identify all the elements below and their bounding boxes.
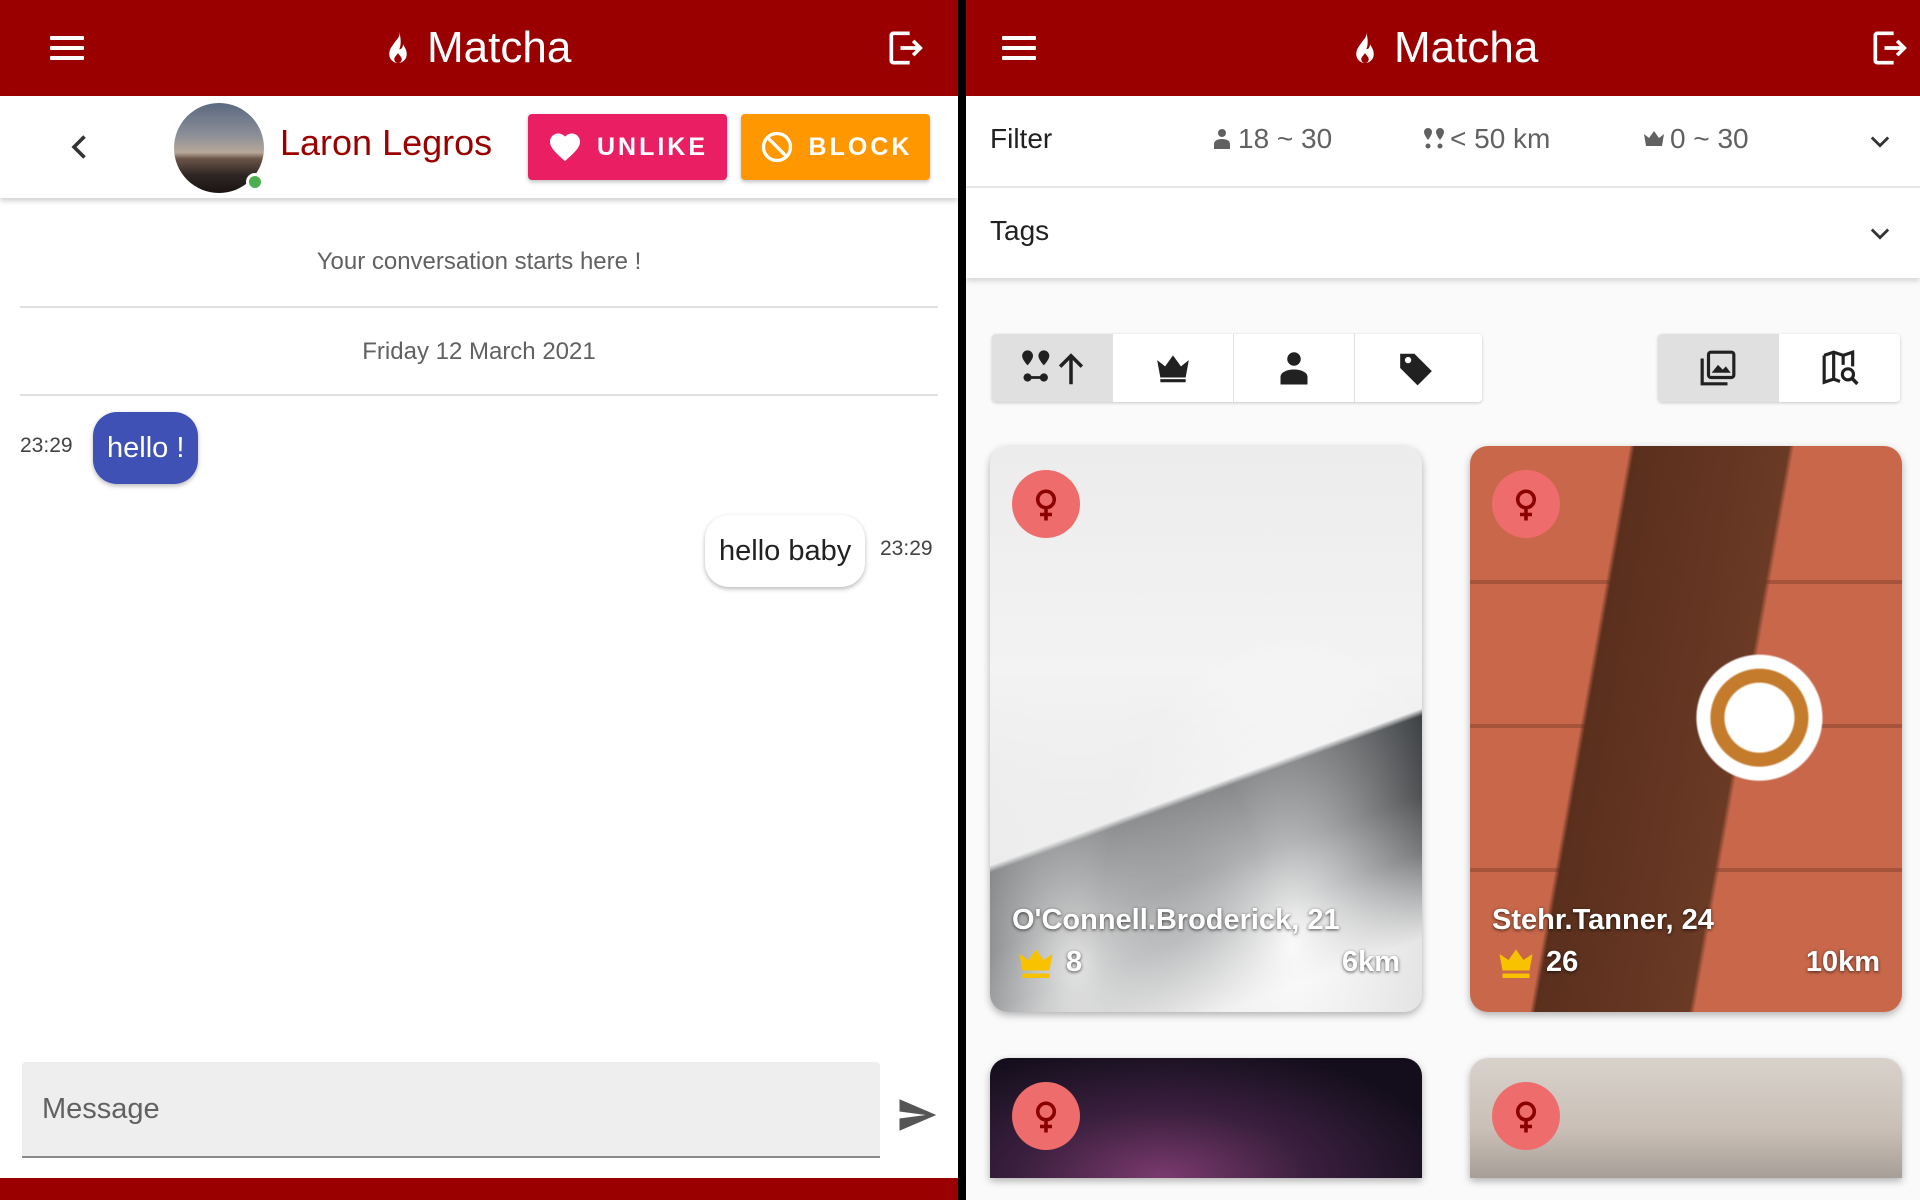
map-view-button[interactable] bbox=[1779, 334, 1900, 402]
crown-icon bbox=[1644, 131, 1664, 146]
crown-icon bbox=[1019, 949, 1053, 978]
message-bubble-outgoing: hello baby bbox=[705, 515, 866, 587]
app-bar: Matcha bbox=[966, 0, 1920, 96]
message-bubble-incoming: hello ! bbox=[93, 412, 199, 484]
online-status-dot bbox=[246, 173, 264, 191]
unlike-button[interactable]: UNLIKE bbox=[528, 114, 727, 180]
profile-name: O'Connell.Broderick, 21 bbox=[1012, 904, 1340, 936]
profile-card[interactable]: O'Connell.Broderick, 21 8 6km bbox=[990, 446, 1422, 1012]
send-icon[interactable] bbox=[896, 1094, 938, 1136]
age-filter: 18 ~ 30 bbox=[1210, 123, 1332, 155]
chevron-down-icon bbox=[1870, 136, 1890, 148]
tags-expander[interactable]: Tags bbox=[966, 188, 1920, 278]
heart-icon bbox=[549, 133, 580, 162]
profile-score: 26 bbox=[1498, 946, 1578, 979]
gallery-view-icon bbox=[1700, 350, 1736, 386]
gender-badge bbox=[1012, 1082, 1080, 1150]
score-filter: 0 ~ 30 bbox=[1642, 123, 1749, 155]
app-brand[interactable]: Matcha bbox=[383, 0, 571, 96]
flame-icon bbox=[1356, 31, 1374, 63]
filter-expander[interactable]: Filter 18 ~ 30 < 50 km 0 ~ 30 bbox=[966, 96, 1920, 188]
profile-score-value: 26 bbox=[1546, 946, 1579, 978]
score-range-value: 0 ~ 30 bbox=[1670, 123, 1749, 154]
partner-name[interactable]: Laron Legros bbox=[280, 122, 492, 164]
message-time: 23:29 bbox=[20, 434, 73, 457]
divider bbox=[20, 394, 938, 396]
profile-score-value: 8 bbox=[1066, 946, 1083, 978]
distance-sort-ascending-icon bbox=[1022, 350, 1084, 385]
crown-icon bbox=[1499, 949, 1533, 978]
message-time: 23:29 bbox=[880, 537, 933, 560]
message-composer bbox=[0, 1040, 958, 1178]
logout-icon[interactable] bbox=[1868, 26, 1912, 70]
menu-icon[interactable] bbox=[1002, 28, 1042, 68]
map-search-view-icon bbox=[1822, 349, 1859, 386]
block-label: BLOCK bbox=[808, 132, 913, 161]
flame-icon bbox=[389, 31, 407, 63]
date-separator: Friday 12 March 2021 bbox=[362, 338, 596, 365]
bottom-bar bbox=[0, 1178, 958, 1200]
block-button[interactable]: BLOCK bbox=[741, 114, 930, 180]
gender-badge bbox=[1492, 470, 1560, 538]
profile-distance: 10km bbox=[1805, 946, 1880, 978]
distance-value: < 50 km bbox=[1450, 123, 1551, 154]
unlike-label: UNLIKE bbox=[596, 132, 709, 161]
gender-badge bbox=[1012, 470, 1080, 538]
age-range-value: 18 ~ 30 bbox=[1238, 123, 1333, 154]
profile-card[interactable] bbox=[990, 1058, 1422, 1178]
chevron-down-icon bbox=[1870, 228, 1890, 240]
distance-filter: < 50 km bbox=[1422, 123, 1550, 155]
back-chevron-icon[interactable] bbox=[62, 129, 98, 165]
chat-header: Laron Legros UNLIKE BLOCK bbox=[0, 96, 958, 198]
divider bbox=[20, 306, 938, 308]
sort-by-distance-button[interactable] bbox=[992, 334, 1113, 402]
female-symbol-icon bbox=[1515, 1101, 1537, 1133]
profile-score: 8 bbox=[1018, 946, 1082, 979]
app-brand[interactable]: Matcha bbox=[1350, 0, 1538, 96]
gender-badge bbox=[1492, 1082, 1560, 1150]
filter-label: Filter bbox=[990, 123, 1053, 154]
distance-pins-icon bbox=[1424, 128, 1444, 149]
sort-toggle-group bbox=[992, 334, 1482, 402]
gallery-view-button[interactable] bbox=[1658, 334, 1779, 402]
profile-distance: 6km bbox=[1341, 946, 1400, 978]
sort-by-age-button[interactable] bbox=[1234, 334, 1355, 402]
tags-label: Tags bbox=[990, 215, 1050, 246]
browse-screen: Matcha Filter 18 ~ 30 < 50 km 0 ~ 30 Tag… bbox=[966, 0, 1920, 1200]
view-toggle-group bbox=[1658, 334, 1900, 402]
conversation-start-text: Your conversation starts here ! bbox=[316, 248, 642, 275]
female-symbol-icon bbox=[1035, 1101, 1057, 1133]
logout-icon[interactable] bbox=[884, 26, 928, 70]
age-sort-icon bbox=[1280, 352, 1308, 385]
app-title: Matcha bbox=[1394, 23, 1539, 72]
message-list[interactable]: Your conversation starts here ! Friday 1… bbox=[0, 198, 958, 1040]
profile-card[interactable] bbox=[1470, 1058, 1902, 1178]
crown-sort-icon bbox=[1157, 355, 1189, 383]
profile-card[interactable]: Stehr.Tanner, 24 26 10km bbox=[1470, 446, 1902, 1012]
menu-icon[interactable] bbox=[50, 28, 90, 68]
sort-by-tags-button[interactable] bbox=[1355, 334, 1476, 402]
app-title: Matcha bbox=[427, 23, 572, 72]
female-symbol-icon bbox=[1035, 489, 1057, 521]
female-symbol-icon bbox=[1515, 489, 1537, 521]
profile-name: Stehr.Tanner, 24 bbox=[1492, 904, 1714, 936]
app-bar: Matcha bbox=[0, 0, 958, 96]
person-icon bbox=[1214, 129, 1230, 149]
tag-sort-icon bbox=[1399, 353, 1432, 386]
filter-panel: Filter 18 ~ 30 < 50 km 0 ~ 30 Tags bbox=[966, 96, 1920, 278]
message-input[interactable] bbox=[22, 1062, 880, 1158]
chat-screen: Matcha Laron Legros UNLIKE BLOCK Your co… bbox=[0, 0, 958, 1200]
sort-by-score-button[interactable] bbox=[1113, 334, 1234, 402]
block-icon bbox=[761, 131, 792, 163]
